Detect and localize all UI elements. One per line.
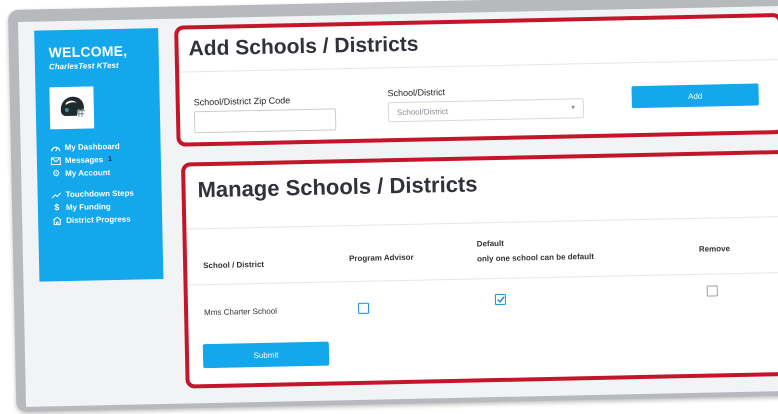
sidebar-item-label: Messages [64, 155, 104, 166]
manage-schools-title: Manage Schools / Districts [197, 171, 478, 203]
sidebar-nav: My Dashboard Messages 1 ⚙ My Account Tou… [50, 139, 153, 227]
sidebar-item-label: District Progress [66, 214, 131, 226]
school-district-label: School/District [387, 87, 446, 99]
school-district-placeholder: School/District [396, 107, 449, 118]
divider [186, 215, 778, 230]
column-header-default: Default [476, 238, 504, 249]
submit-button[interactable]: Submit [202, 341, 330, 369]
sidebar: WELCOME, CharlesTest KTest My Dashboard [34, 28, 164, 282]
school-icon [52, 216, 62, 226]
chevron-down-icon: ▾ [571, 104, 575, 112]
school-district-select[interactable]: School/District ▾ [387, 98, 585, 123]
sidebar-item-label: My Dashboard [64, 141, 120, 153]
sidebar-item-label: My Account [65, 168, 111, 179]
mail-icon [50, 156, 61, 165]
nav-group-progress: Touchdown Steps $ My Funding District Pr… [51, 186, 152, 227]
user-name: CharlesTest KTest [48, 60, 119, 72]
zip-code-label: School/District Zip Code [193, 95, 291, 108]
zip-code-input[interactable] [193, 108, 337, 134]
manage-schools-panel: Manage Schools / Districts School / Dist… [180, 149, 778, 389]
dashboard-icon [51, 144, 61, 152]
avatar[interactable] [49, 86, 95, 130]
trend-icon [51, 191, 62, 199]
remove-checkbox[interactable] [706, 285, 718, 297]
welcome-heading: WELCOME, [48, 42, 128, 61]
sidebar-item-label: Touchdown Steps [65, 188, 134, 200]
sidebar-item-label: My Funding [65, 202, 111, 213]
add-schools-panel: Add Schools / Districts School/District … [174, 12, 778, 147]
column-header-school: School / District [203, 259, 265, 271]
check-icon [496, 296, 505, 303]
divider [179, 59, 778, 73]
divider [187, 271, 778, 286]
dollar-icon: $ [54, 202, 60, 213]
nav-group-account: My Dashboard Messages 1 ⚙ My Account [50, 139, 152, 180]
add-schools-title: Add Schools / Districts [188, 32, 419, 61]
default-checkbox[interactable] [494, 293, 507, 306]
messages-count-badge: 1 [108, 156, 113, 164]
sidebar-item-district-progress[interactable]: District Progress [52, 212, 152, 227]
gear-icon: ⚙ [52, 168, 61, 179]
table-row-school: Mms Charter School [204, 306, 278, 318]
sidebar-item-account[interactable]: ⚙ My Account [51, 165, 151, 180]
program-advisor-checkbox[interactable] [357, 302, 370, 314]
column-header-advisor: Program Advisor [348, 252, 414, 264]
column-header-remove: Remove [698, 244, 731, 254]
app-screen: WELCOME, CharlesTest KTest My Dashboard [18, 5, 778, 407]
add-button[interactable]: Add [631, 83, 759, 109]
helmet-icon [60, 96, 85, 117]
default-note: only one school can be default [476, 251, 595, 264]
